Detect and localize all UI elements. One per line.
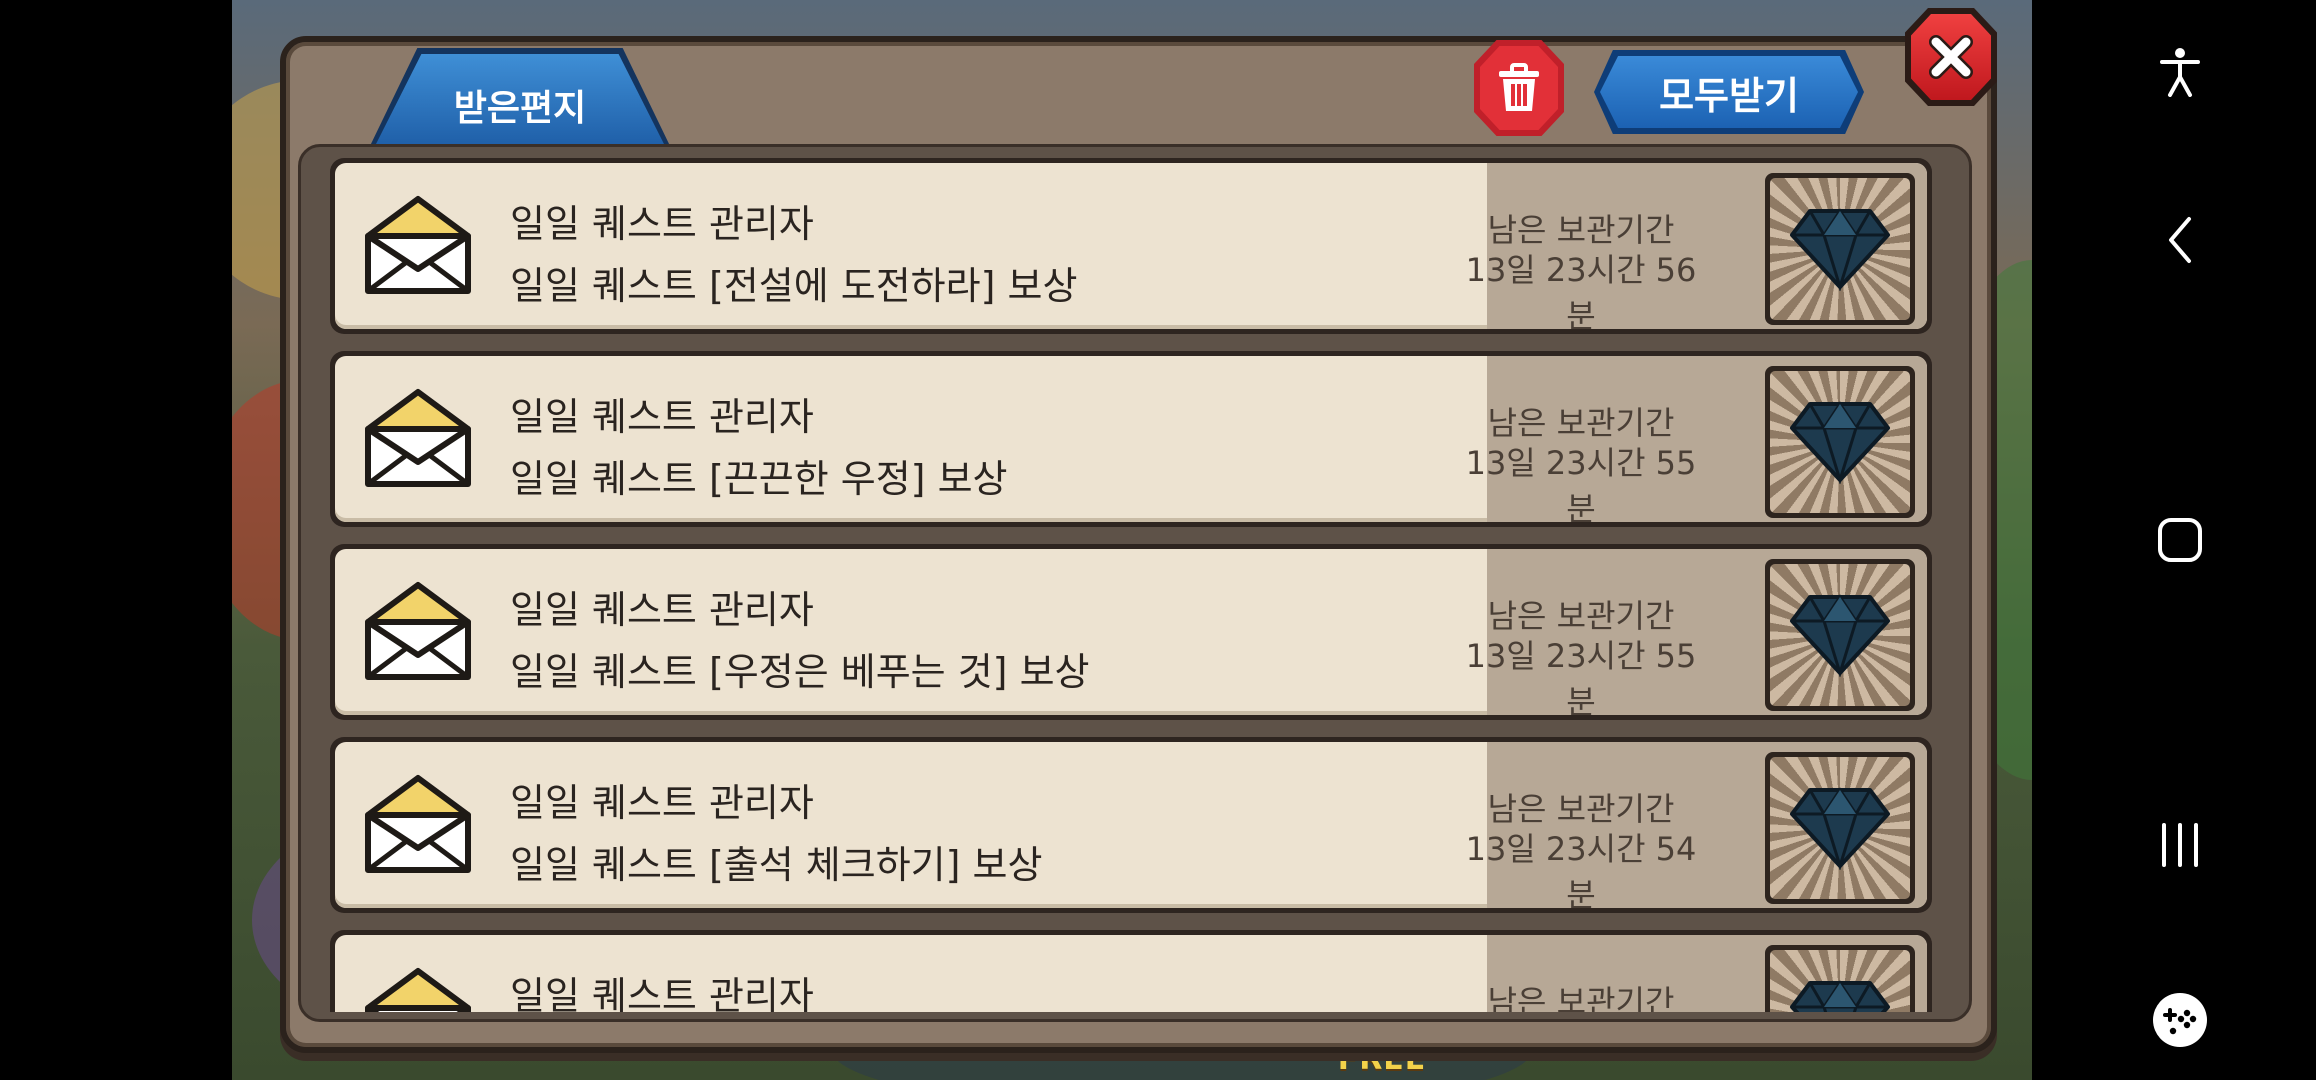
envelope-open-icon xyxy=(365,968,471,1012)
mail-subject: 일일 퀘스트 [출석 체크하기] 보상 xyxy=(510,843,1043,887)
remaining-period-value: 13일 23시간 55분 xyxy=(1465,637,1697,715)
recents-icon xyxy=(2162,823,2198,867)
close-icon xyxy=(1929,35,1973,79)
back-button[interactable] xyxy=(2150,210,2210,270)
envelope-open-icon xyxy=(365,389,471,487)
envelope-open-icon xyxy=(365,775,471,873)
mail-sender: 일일 퀘스트 관리자 xyxy=(510,395,814,439)
game-tools-button[interactable] xyxy=(2150,990,2210,1050)
trash-icon xyxy=(1499,63,1539,111)
mail-subject: 일일 퀘스트 [전설에 도전하라] 보상 xyxy=(510,264,1078,308)
home-button[interactable] xyxy=(2150,510,2210,570)
diamond-icon xyxy=(1790,980,1890,1012)
mail-item[interactable]: 일일 퀘스트 관리자 일일 퀘스트 [출석 체크하기] 보상 남은 보관기간 1… xyxy=(330,737,1932,913)
delete-button[interactable] xyxy=(1474,40,1564,136)
mail-list[interactable]: 일일 퀘스트 관리자 일일 퀘스트 [전설에 도전하라] 보상 남은 보관기간 … xyxy=(330,158,1932,1012)
mail-sender: 일일 퀘스트 관리자 xyxy=(510,781,814,825)
envelope-open-icon xyxy=(365,196,471,294)
back-icon xyxy=(2169,217,2191,263)
mail-sender: 일일 퀘스트 관리자 xyxy=(510,974,814,1012)
game-tools-icon xyxy=(2153,993,2207,1047)
reward-slot[interactable] xyxy=(1765,752,1915,904)
mail-subject: 일일 퀘스트 [우정은 베푸는 것] 보상 xyxy=(510,650,1090,694)
mail-sender: 일일 퀘스트 관리자 xyxy=(510,588,814,632)
diamond-icon xyxy=(1790,208,1890,291)
system-nav-bar xyxy=(2032,0,2316,1080)
reward-slot[interactable] xyxy=(1765,945,1915,1012)
mail-item[interactable]: 일일 퀘스트 관리자 일일 퀘스트 [전설에 도전하라] 보상 남은 보관기간 … xyxy=(330,158,1932,334)
receive-all-button[interactable]: 모두받기 xyxy=(1594,50,1864,134)
mail-item[interactable]: 일일 퀘스트 관리자 일일 퀘스트 [우정은 베푸는 것] 보상 남은 보관기간… xyxy=(330,544,1932,720)
tab-inbox-label: 받은편지 xyxy=(453,88,587,129)
remaining-period-value: 13일 23시간 54분 xyxy=(1465,830,1697,908)
mail-item[interactable]: 일일 퀘스트 관리자 일일 퀘스트 [끈끈한 우정] 보상 남은 보관기간 13… xyxy=(330,351,1932,527)
diamond-icon xyxy=(1790,401,1890,484)
diamond-icon xyxy=(1790,594,1890,677)
close-button[interactable] xyxy=(1905,8,1997,106)
remaining-period-value: 13일 23시간 56분 xyxy=(1465,251,1697,329)
reward-slot[interactable] xyxy=(1765,366,1915,518)
remaining-period-label: 남은 보관기간 xyxy=(1487,983,1675,1012)
remaining-period-value: 13일 23시간 55분 xyxy=(1465,444,1697,522)
recents-button[interactable] xyxy=(2150,815,2210,875)
accessibility-button[interactable] xyxy=(2150,42,2210,102)
accessibility-icon xyxy=(2160,48,2200,97)
tab-inbox[interactable]: 받은편지 xyxy=(375,54,665,146)
reward-slot[interactable] xyxy=(1765,559,1915,711)
mail-sender: 일일 퀘스트 관리자 xyxy=(510,202,814,246)
receive-all-label: 모두받기 xyxy=(1600,56,1858,128)
reward-slot[interactable] xyxy=(1765,173,1915,325)
home-icon xyxy=(2158,518,2202,562)
diamond-icon xyxy=(1790,787,1890,870)
envelope-open-icon xyxy=(365,582,471,680)
mail-item[interactable]: 일일 퀘스트 관리자 남은 보관기간 xyxy=(330,930,1932,1012)
mail-subject: 일일 퀘스트 [끈끈한 우정] 보상 xyxy=(510,457,1008,501)
